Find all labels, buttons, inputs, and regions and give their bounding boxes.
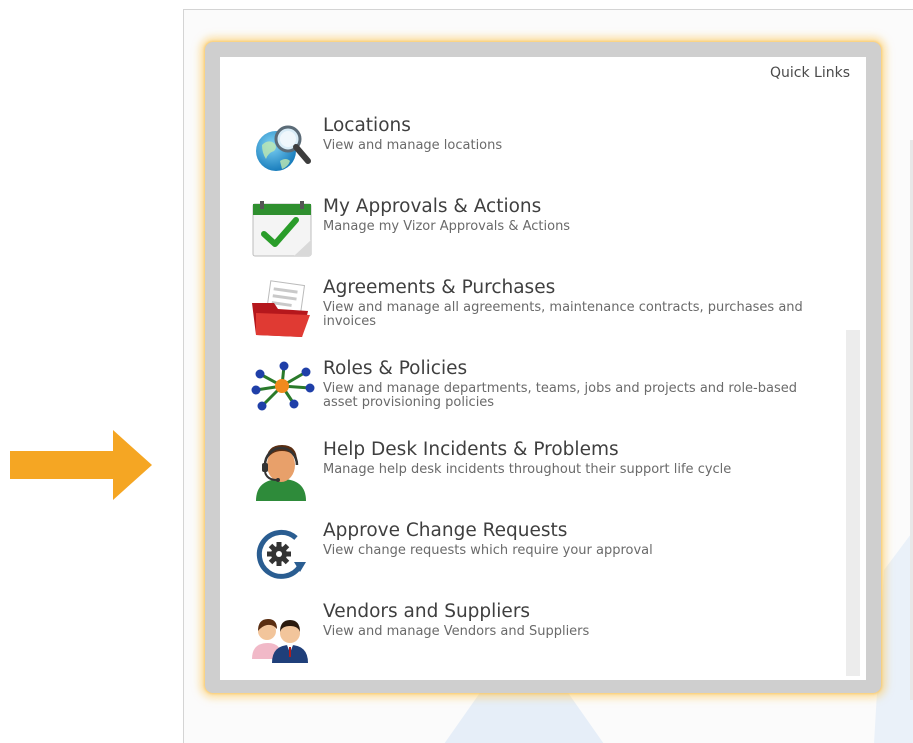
quick-links-panel: Quick Links Locations View and manage lo…	[220, 57, 866, 680]
pointer-arrow-icon	[10, 430, 152, 500]
link-description: View change requests which require your …	[323, 543, 653, 558]
quick-link-vendors-suppliers[interactable]: Vendors and Suppliers View and manage Ve…	[250, 601, 830, 682]
link-description: Manage help desk incidents throughout th…	[323, 462, 732, 477]
link-title: Help Desk Incidents & Problems	[323, 439, 619, 460]
globe-search-icon	[256, 125, 311, 171]
network-nodes-icon	[251, 361, 315, 411]
panel-title: Quick Links	[769, 65, 850, 81]
screen: Quick Links Locations View and manage lo…	[0, 0, 913, 743]
gear-refresh-icon	[256, 529, 306, 579]
quick-link-agreements[interactable]: Agreements & Purchases View and manage a…	[250, 277, 830, 358]
scrollbar-track[interactable]	[846, 330, 860, 676]
link-description: View and manage all agreements, maintena…	[323, 300, 803, 329]
quick-link-roles-policies[interactable]: Roles & Policies View and manage departm…	[250, 358, 830, 439]
link-description: View and manage departments, teams, jobs…	[323, 381, 797, 410]
link-title: Agreements & Purchases	[323, 277, 556, 298]
quick-link-my-approvals[interactable]: My Approvals & Actions Manage my Vizor A…	[250, 196, 830, 277]
red-folder-icon	[252, 280, 310, 337]
link-description: View and manage locations	[323, 138, 503, 153]
quick-link-help-desk[interactable]: Help Desk Incidents & Problems Manage he…	[250, 439, 830, 520]
link-title: Locations	[323, 115, 411, 136]
calendar-check-icon	[252, 201, 312, 257]
link-title: Approve Change Requests	[323, 520, 568, 541]
link-title: Vendors and Suppliers	[323, 601, 531, 622]
quick-link-locations[interactable]: Locations View and manage locations	[250, 115, 830, 196]
link-title: Roles & Policies	[323, 358, 468, 379]
quick-links-list: Locations View and manage locations My A…	[250, 115, 830, 682]
link-description: Manage my Vizor Approvals & Actions	[323, 219, 571, 234]
people-icon	[252, 619, 308, 663]
quick-link-approve-change-requests[interactable]: Approve Change Requests View change requ…	[250, 520, 830, 601]
support-agent-icon	[256, 445, 306, 501]
link-title: My Approvals & Actions	[323, 196, 542, 217]
link-description: View and manage Vendors and Suppliers	[323, 624, 590, 639]
quick-links-popup: Quick Links Locations View and manage lo…	[205, 42, 881, 693]
